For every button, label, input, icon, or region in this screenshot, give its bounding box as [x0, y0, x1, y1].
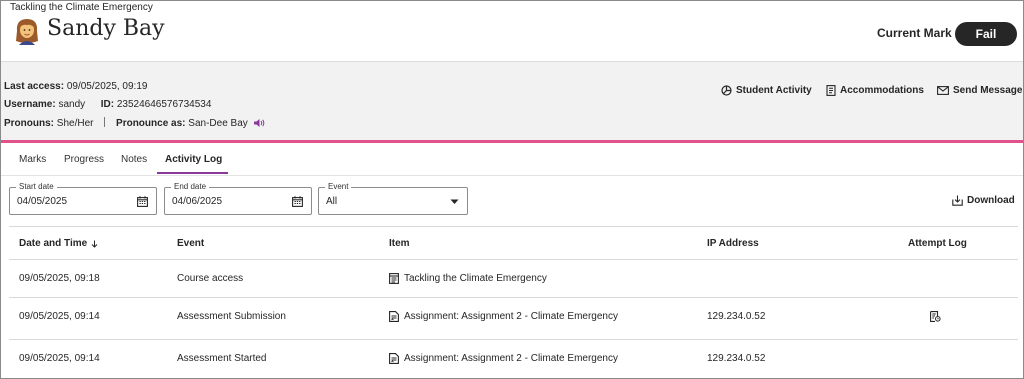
tab-activity-log[interactable]: Activity Log [165, 154, 222, 165]
username-label: Username: [4, 99, 56, 110]
event-select[interactable]: Event All [318, 182, 468, 215]
current-mark-badge[interactable]: Fail [955, 22, 1017, 46]
section-divider [1, 140, 1023, 143]
pronounce-label: Pronounce as: [116, 118, 186, 129]
column-header-date-label: Date and Time [19, 238, 88, 249]
student-info-panel: Last access: 09/05/2025, 09:19 Username:… [1, 61, 1023, 141]
send-message-label: Send Message [953, 85, 1023, 96]
tab-notes[interactable]: Notes [121, 154, 147, 165]
event-label: Event [325, 182, 352, 191]
row-item[interactable]: Tackling the Climate Emergency [389, 273, 547, 284]
row-item-label: Assignment: Assignment 2 - Climate Emerg… [404, 353, 618, 364]
student-name: Sandy Bay [47, 16, 165, 41]
download-label: Download [967, 195, 1015, 206]
download-icon [952, 195, 963, 206]
course-title: Tackling the Climate Emergency [10, 2, 153, 13]
tab-marks[interactable]: Marks [19, 154, 46, 165]
row-item-label: Assignment: Assignment 2 - Climate Emerg… [404, 311, 618, 322]
document-icon [826, 85, 836, 96]
tab-progress[interactable]: Progress [64, 154, 104, 165]
end-date-value: 04/06/2025 [172, 196, 223, 207]
last-access-label: Last access: [4, 81, 65, 92]
download-button[interactable]: Download [952, 195, 1015, 206]
start-date-value: 04/05/2025 [17, 196, 68, 207]
table-row: 09/05/2025, 09:14 Assessment Submission … [9, 297, 1018, 337]
start-date-label: Start date [16, 182, 57, 191]
row-date: 09/05/2025, 09:14 [19, 353, 100, 364]
table-row: 09/05/2025, 09:14 Assessment Started Ass… [9, 339, 1018, 379]
column-header-item: Item [389, 238, 410, 249]
tabs-divider [1, 175, 1023, 176]
id-label: ID: [100, 99, 115, 110]
row-event: Assessment Started [177, 353, 267, 364]
envelope-icon [937, 86, 949, 95]
end-date-label: End date [171, 182, 210, 191]
username-value: sandy [58, 99, 86, 110]
last-access-value: 09/05/2025, 09:19 [66, 81, 148, 92]
event-value: All [326, 196, 338, 207]
pronouns-label: Pronouns: [4, 118, 54, 129]
pronouns-line: Pronouns: She/Her Pronounce as: San-Dee … [4, 117, 266, 129]
attempt-log-button[interactable] [930, 311, 941, 322]
table-divider [9, 226, 1018, 227]
table-row: 09/05/2025, 09:18 Course access Tackling… [9, 259, 1018, 299]
row-event: Assessment Submission [177, 311, 286, 322]
start-date-field[interactable]: Start date 04/05/2025 [9, 182, 157, 215]
row-date: 09/05/2025, 09:14 [19, 311, 100, 322]
student-avatar [16, 19, 38, 45]
accommodations-button[interactable]: Accommodations [826, 85, 924, 96]
pronounce-value: San-Dee Bay [188, 118, 248, 129]
speaker-icon[interactable] [253, 118, 266, 128]
chevron-down-icon [450, 199, 459, 204]
accommodations-label: Accommodations [840, 85, 924, 96]
activity-icon [721, 85, 732, 96]
row-item[interactable]: Assignment: Assignment 2 - Climate Emerg… [389, 311, 618, 322]
assignment-icon [389, 311, 399, 322]
column-header-ip-address: IP Address [707, 238, 759, 249]
column-header-attempt-log: Attempt Log [908, 238, 967, 249]
divider [104, 117, 106, 127]
assignment-icon [389, 353, 399, 364]
row-date: 09/05/2025, 09:18 [19, 273, 100, 284]
row-event: Course access [177, 273, 244, 284]
attempt-log-icon [930, 311, 941, 322]
course-icon [389, 273, 399, 284]
last-access-line: Last access: 09/05/2025, 09:19 [4, 81, 147, 92]
send-message-button[interactable]: Send Message [937, 85, 1022, 96]
calendar-icon[interactable] [292, 196, 303, 207]
active-tab-indicator [157, 172, 228, 174]
end-date-field[interactable]: End date 04/06/2025 [164, 182, 312, 215]
current-mark-label: Current Mark [877, 26, 952, 40]
row-ip: 129.234.0.52 [707, 353, 766, 364]
calendar-icon[interactable] [137, 196, 148, 207]
student-activity-button[interactable]: Student Activity [721, 85, 812, 96]
column-header-date[interactable]: Date and Time [19, 238, 98, 249]
row-item-label: Tackling the Climate Emergency [404, 273, 547, 284]
student-activity-label: Student Activity [736, 85, 812, 96]
row-ip: 129.234.0.52 [707, 311, 766, 322]
row-item[interactable]: Assignment: Assignment 2 - Climate Emerg… [389, 353, 618, 364]
username-line: Username: sandy ID: 23524646576734534 [4, 99, 211, 110]
sort-arrow-down-icon[interactable] [91, 240, 98, 248]
column-header-event: Event [177, 238, 205, 249]
pronouns-value: She/Her [56, 118, 94, 129]
id-value: 23524646576734534 [116, 99, 212, 110]
